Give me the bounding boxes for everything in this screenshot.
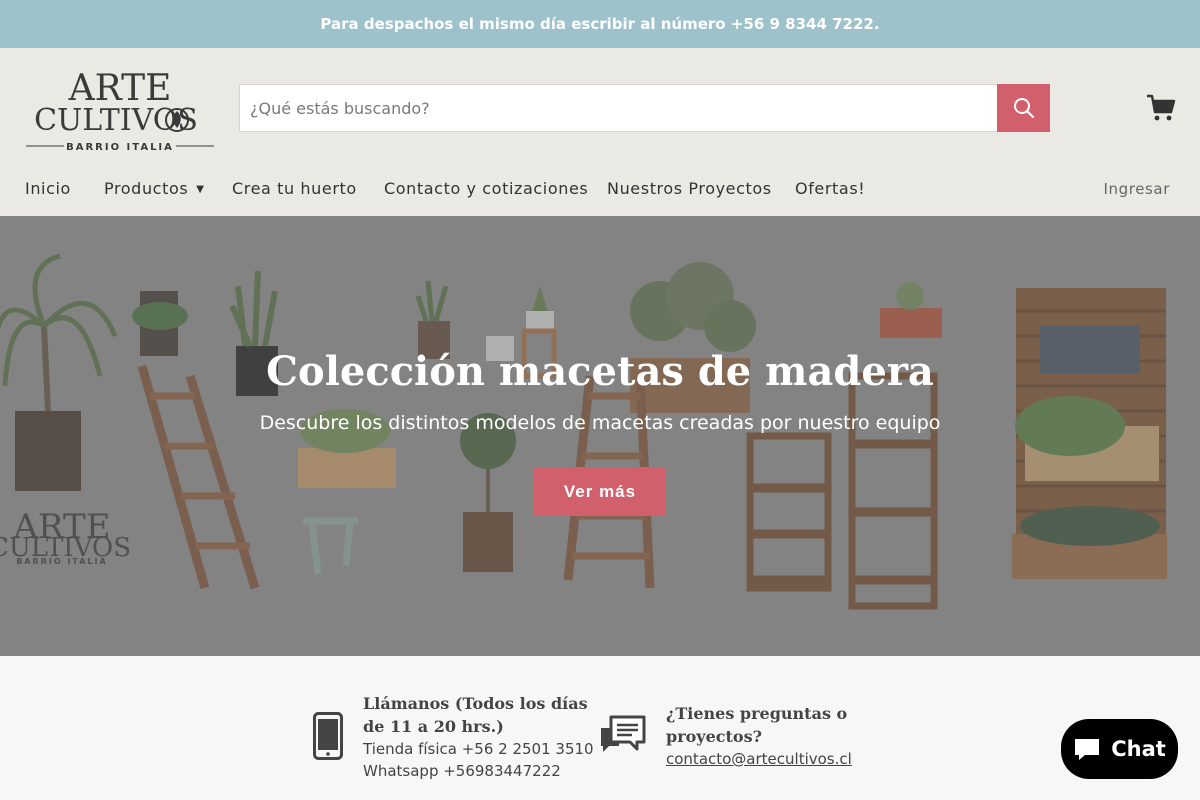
search-button[interactable] <box>997 84 1050 132</box>
site-header: ARTE CULTIVOS BARRIO ITALIA Inicio Produ… <box>0 48 1200 216</box>
nav-item-label: Crea tu huerto <box>232 179 357 198</box>
chat-label: Chat <box>1111 737 1166 761</box>
nav-item-ofertas[interactable]: Ofertas! <box>795 174 865 204</box>
chat-bubbles-icon <box>601 715 646 752</box>
chat-icon <box>1075 739 1100 760</box>
chevron-down-icon: ▼ <box>196 184 205 195</box>
questions-block: ¿Tienes preguntas o proyectos? contacto@… <box>666 702 852 770</box>
hero-cta-button[interactable]: Ver más <box>534 467 666 516</box>
hero-banner: ARTE CULTIVOS BARRIO ITALIA Colección ma… <box>0 216 1200 656</box>
nav-item-label: Contacto y cotizaciones <box>384 179 589 198</box>
nav-item-contacto[interactable]: Contacto y cotizaciones <box>384 174 588 204</box>
login-link[interactable]: Ingresar <box>1104 174 1171 204</box>
nav-item-productos[interactable]: Productos ▼ <box>104 174 205 204</box>
whatsapp-number: Whatsapp +56983447222 <box>363 762 561 780</box>
search-icon <box>1013 98 1034 119</box>
nav-item-crea-tu-huerto[interactable]: Crea tu huerto <box>232 174 357 204</box>
announcement-bar: Para despachos el mismo día escribir al … <box>0 0 1200 48</box>
questions-title-line2: proyectos? <box>666 727 762 746</box>
nav-item-inicio[interactable]: Inicio <box>25 174 71 204</box>
hero-products-image: ARTE CULTIVOS BARRIO ITALIA <box>0 216 1200 656</box>
logo-graphic: ARTE CULTIVOS BARRIO ITALIA <box>26 68 214 152</box>
nav-item-proyectos[interactable]: Nuestros Proyectos <box>607 174 772 204</box>
nav-item-label: Ofertas! <box>795 179 866 198</box>
contact-phone-block: Llámanos (Todos los días de 11 a 20 hrs.… <box>363 692 594 782</box>
phone-title-line2: de 11 a 20 hrs.) <box>363 717 504 736</box>
search-bar <box>239 84 1050 132</box>
phone-icon <box>313 712 343 760</box>
hero-subtitle: Descubre los distintos modelos de maceta… <box>259 412 941 434</box>
nav-item-label: Inicio <box>25 179 71 198</box>
main-nav: Inicio Productos ▼ Crea tu huerto Contact… <box>0 174 1200 204</box>
questions-title-line1: ¿Tienes preguntas o <box>666 704 848 723</box>
store-phone: Tienda física +56 2 2501 3510 <box>363 740 594 758</box>
cart-icon <box>1147 94 1176 121</box>
search-input[interactable] <box>239 84 997 132</box>
nav-item-label: Nuestros Proyectos <box>607 179 772 198</box>
info-bar: Llámanos (Todos los días de 11 a 20 hrs.… <box>0 656 1200 800</box>
hero-title: Colección macetas de madera <box>266 348 934 395</box>
cart-button[interactable] <box>1143 92 1179 124</box>
svg-text:BARRIO ITALIA: BARRIO ITALIA <box>66 142 174 152</box>
phone-title-line1: Llámanos (Todos los días <box>363 694 588 713</box>
nav-item-label: Productos <box>104 179 189 198</box>
announcement-text: Para despachos el mismo día escribir al … <box>320 15 880 33</box>
chat-widget-button[interactable]: Chat <box>1061 719 1178 779</box>
site-logo[interactable]: ARTE CULTIVOS BARRIO ITALIA <box>24 66 216 152</box>
contact-email-link[interactable]: contacto@artecultivos.cl <box>666 748 852 770</box>
